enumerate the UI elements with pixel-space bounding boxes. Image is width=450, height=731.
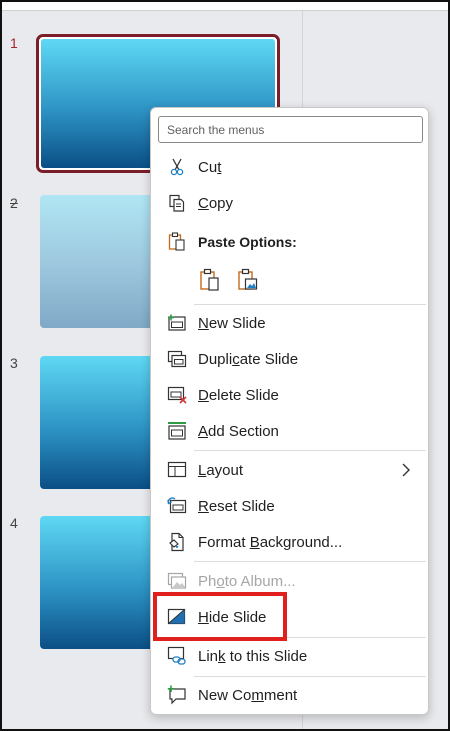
menu-label-format-background-post: ackground... (259, 533, 343, 551)
menu-separator (194, 561, 426, 562)
paste-options-header: Paste Options: (157, 227, 424, 257)
paste-options-label: Paste Options: (198, 234, 297, 250)
link-slide-icon (166, 645, 188, 667)
menu-label-cut-pre: Cu (198, 158, 218, 176)
paste-picture-icon (238, 268, 258, 290)
menu-label-add-section-post: dd Section (208, 422, 279, 440)
menu-item-cut[interactable]: Cut (157, 151, 424, 183)
menu-item-copy[interactable]: Copy (157, 187, 424, 219)
annotation-highlight-box (153, 592, 287, 641)
paste-keep-source-button[interactable] (195, 265, 225, 295)
menu-label-delete-slide-key: D (198, 386, 209, 404)
menu-item-layout[interactable]: Layout (157, 454, 424, 486)
menu-label-new-slide-key: N (198, 314, 209, 332)
menu-item-new-comment[interactable]: New Comment (157, 679, 424, 711)
menu-label-new-slide-post: ew Slide (208, 314, 266, 332)
copy-icon (166, 192, 188, 214)
menu-label-photo-album-key: o (216, 572, 225, 590)
reset-slide-icon (166, 495, 188, 517)
menu-item-new-slide[interactable]: New Slide (157, 307, 424, 339)
add-section-icon (166, 420, 188, 442)
delete-slide-icon (166, 384, 188, 406)
menu-item-add-section[interactable]: Add Section (157, 415, 424, 447)
menu-label-duplicate-slide-pre: Dupli (198, 350, 233, 368)
menu-item-duplicate-slide[interactable]: Duplicate Slide (157, 343, 424, 375)
menu-label-cut-key: t (217, 158, 222, 176)
menu-label-layout-post: ayout (206, 461, 244, 479)
menu-label-link-to-slide-post: to this Slide (225, 647, 308, 665)
search-menus-input[interactable] (158, 116, 423, 143)
menu-label-duplicate-slide-post: ate Slide (239, 350, 299, 368)
menu-label-reset-slide-key: R (198, 497, 209, 515)
menu-label-copy-key: C (198, 194, 209, 212)
menu-item-delete-slide[interactable]: Delete Slide (157, 379, 424, 411)
paste-keep-formatting-icon (200, 268, 219, 291)
menu-item-format-background[interactable]: Format Background... (157, 526, 424, 558)
scissors-icon (166, 156, 188, 178)
menu-label-new-comment-key: m (251, 686, 264, 704)
menu-separator (194, 450, 426, 451)
menu-label-duplicate-slide-key: c (232, 350, 240, 368)
menu-label-add-section-key: A (198, 422, 209, 440)
slide-number-2: 2 (10, 195, 18, 211)
menu-item-reset-slide[interactable]: Reset Slide (157, 490, 424, 522)
menu-separator (194, 676, 426, 677)
menu-label-new-comment-pre: New Co (198, 686, 252, 704)
menu-label-photo-album-pre: Ph (198, 572, 217, 590)
chevron-right-icon (402, 463, 410, 477)
menu-label-link-to-slide-pre: Lin (198, 647, 219, 665)
menu-label-link-to-slide-key: k (218, 647, 226, 665)
new-comment-icon (166, 684, 188, 706)
layout-icon (166, 459, 188, 481)
menu-label-format-background-key: B (249, 533, 260, 551)
menu-item-link-to-slide[interactable]: Link to this Slide (157, 640, 424, 672)
new-slide-icon (166, 312, 188, 334)
menu-label-copy-post: opy (208, 194, 234, 212)
menu-separator (194, 304, 426, 305)
menu-label-reset-slide-post: eset Slide (208, 497, 275, 515)
ribbon-edge (2, 2, 448, 11)
menu-label-photo-album-post: to Album... (224, 572, 296, 590)
slide-number-4: 4 (10, 515, 18, 531)
photo-album-icon (166, 570, 188, 592)
duplicate-slide-icon (166, 348, 188, 370)
menu-label-delete-slide-post: elete Slide (208, 386, 279, 404)
paste-as-picture-button[interactable] (233, 265, 263, 295)
slide-number-3: 3 (10, 355, 18, 371)
paste-icon (166, 231, 188, 253)
menu-label-new-comment-post: ment (263, 686, 298, 704)
format-background-icon (166, 531, 188, 553)
menu-label-format-background-pre: Format (198, 533, 250, 551)
slide-number-1: 1 (10, 35, 18, 51)
